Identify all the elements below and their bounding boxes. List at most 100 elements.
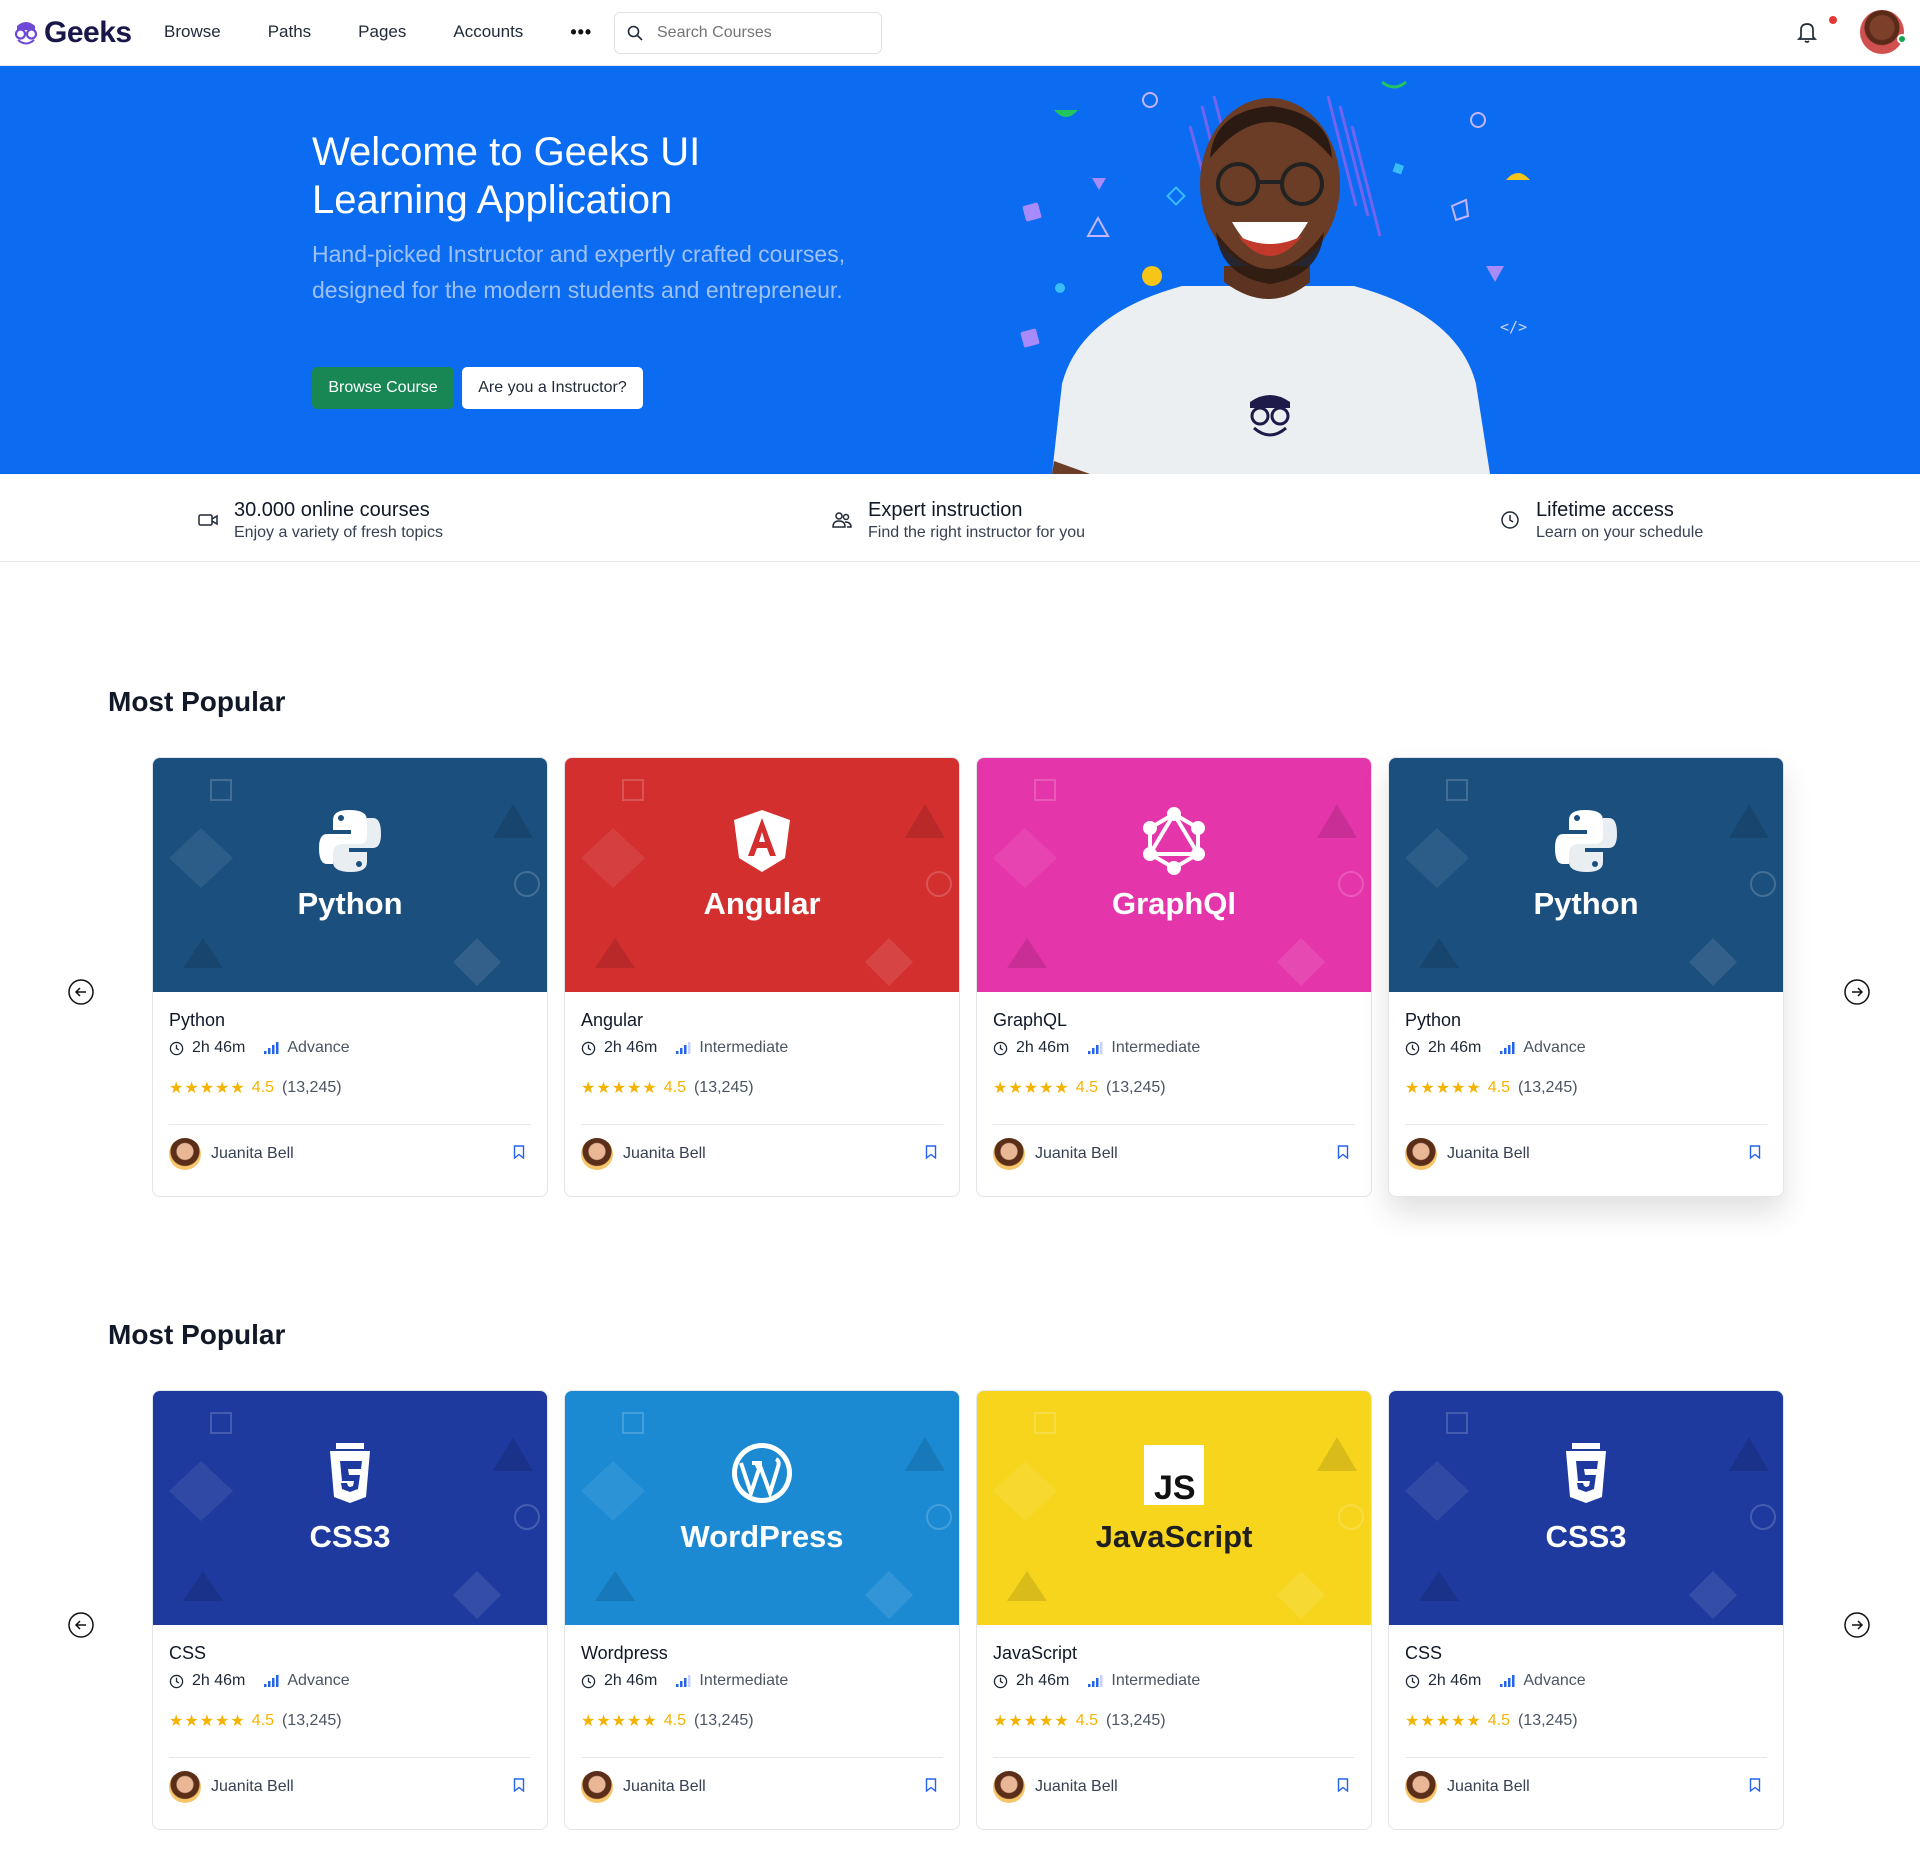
- bookmark-icon[interactable]: [925, 1145, 937, 1159]
- user-avatar[interactable]: [1860, 10, 1904, 54]
- browse-course-button[interactable]: Browse Course: [312, 367, 454, 409]
- course-thumbnail[interactable]: Python: [1389, 758, 1783, 992]
- star-rating-icon: ★★★★★: [581, 1080, 658, 1097]
- nav-item-paths[interactable]: Paths: [268, 22, 311, 42]
- rating-value: 4.5: [663, 1079, 686, 1096]
- course-level: Advance: [287, 1672, 350, 1689]
- card-divider: [1405, 1757, 1767, 1758]
- section-title: Most Popular: [108, 686, 286, 717]
- rating-value: 4.5: [1487, 1712, 1510, 1729]
- course-card[interactable]: Python Python 2h 46m Advance ★★★★★ 4.5 (13,245…: [152, 757, 548, 1197]
- thumbnail-label: Python: [1533, 886, 1639, 921]
- course-author[interactable]: Juanita Bell: [993, 1138, 1118, 1170]
- course-thumbnail[interactable]: CSS3: [1389, 1391, 1783, 1625]
- thumbnail-label: Python: [297, 886, 403, 921]
- bookmark-icon[interactable]: [925, 1778, 937, 1792]
- bookmark-icon[interactable]: [1749, 1778, 1761, 1792]
- course-card[interactable]: JS JavaScript JavaScript 2h 46m Intermediate…: [976, 1390, 1372, 1830]
- clock-icon: [993, 1041, 1008, 1055]
- prev-arrow-icon[interactable]: [68, 979, 94, 1005]
- hero-banner: Welcome to Geeks UI Learning Application…: [0, 66, 1920, 474]
- bookmark-icon[interactable]: [513, 1778, 525, 1792]
- course-author[interactable]: Juanita Bell: [169, 1138, 294, 1170]
- star-rating-icon: ★★★★★: [993, 1080, 1070, 1097]
- more-dots-icon[interactable]: •••: [570, 22, 592, 43]
- course-author[interactable]: Juanita Bell: [581, 1138, 706, 1170]
- search-icon: [627, 25, 643, 41]
- nav-item-browse[interactable]: Browse: [164, 22, 221, 42]
- logo[interactable]: Geeks: [12, 16, 132, 50]
- course-duration: 2h 46m: [604, 1672, 658, 1689]
- card-divider: [169, 1124, 531, 1125]
- notification-dot: [1829, 16, 1837, 24]
- nav-item-pages[interactable]: Pages: [358, 22, 406, 42]
- thumbnail-label: WordPress: [680, 1519, 844, 1554]
- course-thumbnail[interactable]: Python: [153, 758, 547, 992]
- course-card[interactable]: Python Python 2h 46m Advance ★★★★★ 4.5 (13,245…: [1388, 757, 1784, 1197]
- author-avatar: [993, 1138, 1025, 1170]
- course-thumbnail[interactable]: GraphQl: [977, 758, 1371, 992]
- author-avatar: [581, 1771, 613, 1803]
- rating-value: 4.5: [1075, 1712, 1098, 1729]
- card-divider: [993, 1124, 1355, 1125]
- svg-text:JS: JS: [1154, 1469, 1196, 1507]
- search-input[interactable]: [657, 24, 857, 42]
- course-title[interactable]: Angular: [581, 1010, 643, 1031]
- course-author[interactable]: Juanita Bell: [169, 1771, 294, 1803]
- bookmark-icon[interactable]: [1337, 1145, 1349, 1159]
- course-thumbnail[interactable]: CSS3: [153, 1391, 547, 1625]
- bookmark-icon[interactable]: [1749, 1145, 1761, 1159]
- course-author[interactable]: Juanita Bell: [1405, 1138, 1530, 1170]
- course-meta: 2h 46m Advance: [1405, 1039, 1586, 1057]
- author-name: Juanita Bell: [1035, 1145, 1118, 1162]
- course-title[interactable]: JavaScript: [993, 1643, 1077, 1664]
- course-duration: 2h 46m: [1428, 1039, 1482, 1056]
- course-thumbnail[interactable]: JS JavaScript: [977, 1391, 1371, 1625]
- course-title[interactable]: Wordpress: [581, 1643, 668, 1664]
- course-title[interactable]: CSS: [169, 1643, 206, 1664]
- rating-value: 4.5: [1075, 1079, 1098, 1096]
- nav-item-accounts[interactable]: Accounts: [453, 22, 523, 42]
- course-meta: 2h 46m Advance: [169, 1672, 350, 1690]
- next-arrow-icon[interactable]: [1844, 979, 1870, 1005]
- nav-menu: Browse Paths Pages Accounts •••: [164, 0, 592, 64]
- next-arrow-icon[interactable]: [1844, 1612, 1870, 1638]
- bookmark-icon[interactable]: [1337, 1778, 1349, 1792]
- course-author[interactable]: Juanita Bell: [993, 1771, 1118, 1803]
- course-card[interactable]: GraphQl GraphQL 2h 46m Intermediate ★★★★★ 4.5…: [976, 757, 1372, 1197]
- course-thumbnail[interactable]: WordPress: [565, 1391, 959, 1625]
- course-meta: 2h 46m Intermediate: [993, 1672, 1200, 1690]
- clock-icon: [169, 1674, 184, 1688]
- course-level: Advance: [1523, 1672, 1586, 1689]
- course-title[interactable]: Python: [1405, 1010, 1461, 1031]
- course-level: Intermediate: [699, 1039, 789, 1056]
- course-author[interactable]: Juanita Bell: [1405, 1771, 1530, 1803]
- level-bars-icon: [1500, 1675, 1515, 1687]
- css3-logo-icon: [1405, 1412, 1776, 1619]
- course-title[interactable]: Python: [169, 1010, 225, 1031]
- course-author[interactable]: Juanita Bell: [581, 1771, 706, 1803]
- hero-title: Welcome to Geeks UI Learning Application: [312, 130, 701, 222]
- course-rating: ★★★★★ 4.5 (13,245): [169, 1078, 342, 1098]
- course-rating: ★★★★★ 4.5 (13,245): [581, 1078, 754, 1098]
- course-card[interactable]: CSS3 CSS 2h 46m Advance ★★★★★ 4.5 (13,245) Juan…: [1388, 1390, 1784, 1830]
- feature-title: Lifetime access: [1536, 499, 1674, 521]
- course-meta: 2h 46m Intermediate: [581, 1672, 788, 1690]
- bell-icon[interactable]: [1796, 20, 1818, 44]
- course-card[interactable]: Angular Angular 2h 46m Intermediate ★★★★★ 4.5…: [564, 757, 960, 1197]
- bookmark-icon[interactable]: [513, 1145, 525, 1159]
- instructor-button[interactable]: Are you a Instructor?: [462, 367, 643, 409]
- course-thumbnail[interactable]: Angular: [565, 758, 959, 992]
- course-card[interactable]: CSS3 CSS 2h 46m Advance ★★★★★ 4.5 (13,245) Juan…: [152, 1390, 548, 1830]
- prev-arrow-icon[interactable]: [68, 1612, 94, 1638]
- course-meta: 2h 46m Advance: [169, 1039, 350, 1057]
- course-title[interactable]: GraphQL: [993, 1010, 1067, 1031]
- course-title[interactable]: CSS: [1405, 1643, 1442, 1664]
- star-rating-icon: ★★★★★: [169, 1713, 246, 1730]
- author-name: Juanita Bell: [1447, 1778, 1530, 1795]
- course-rating: ★★★★★ 4.5 (13,245): [993, 1078, 1166, 1098]
- level-bars-icon: [676, 1675, 691, 1687]
- level-bars-icon: [676, 1042, 691, 1054]
- course-card[interactable]: WordPress Wordpress 2h 46m Intermediate ★★★★…: [564, 1390, 960, 1830]
- course-rating: ★★★★★ 4.5 (13,245): [993, 1711, 1166, 1731]
